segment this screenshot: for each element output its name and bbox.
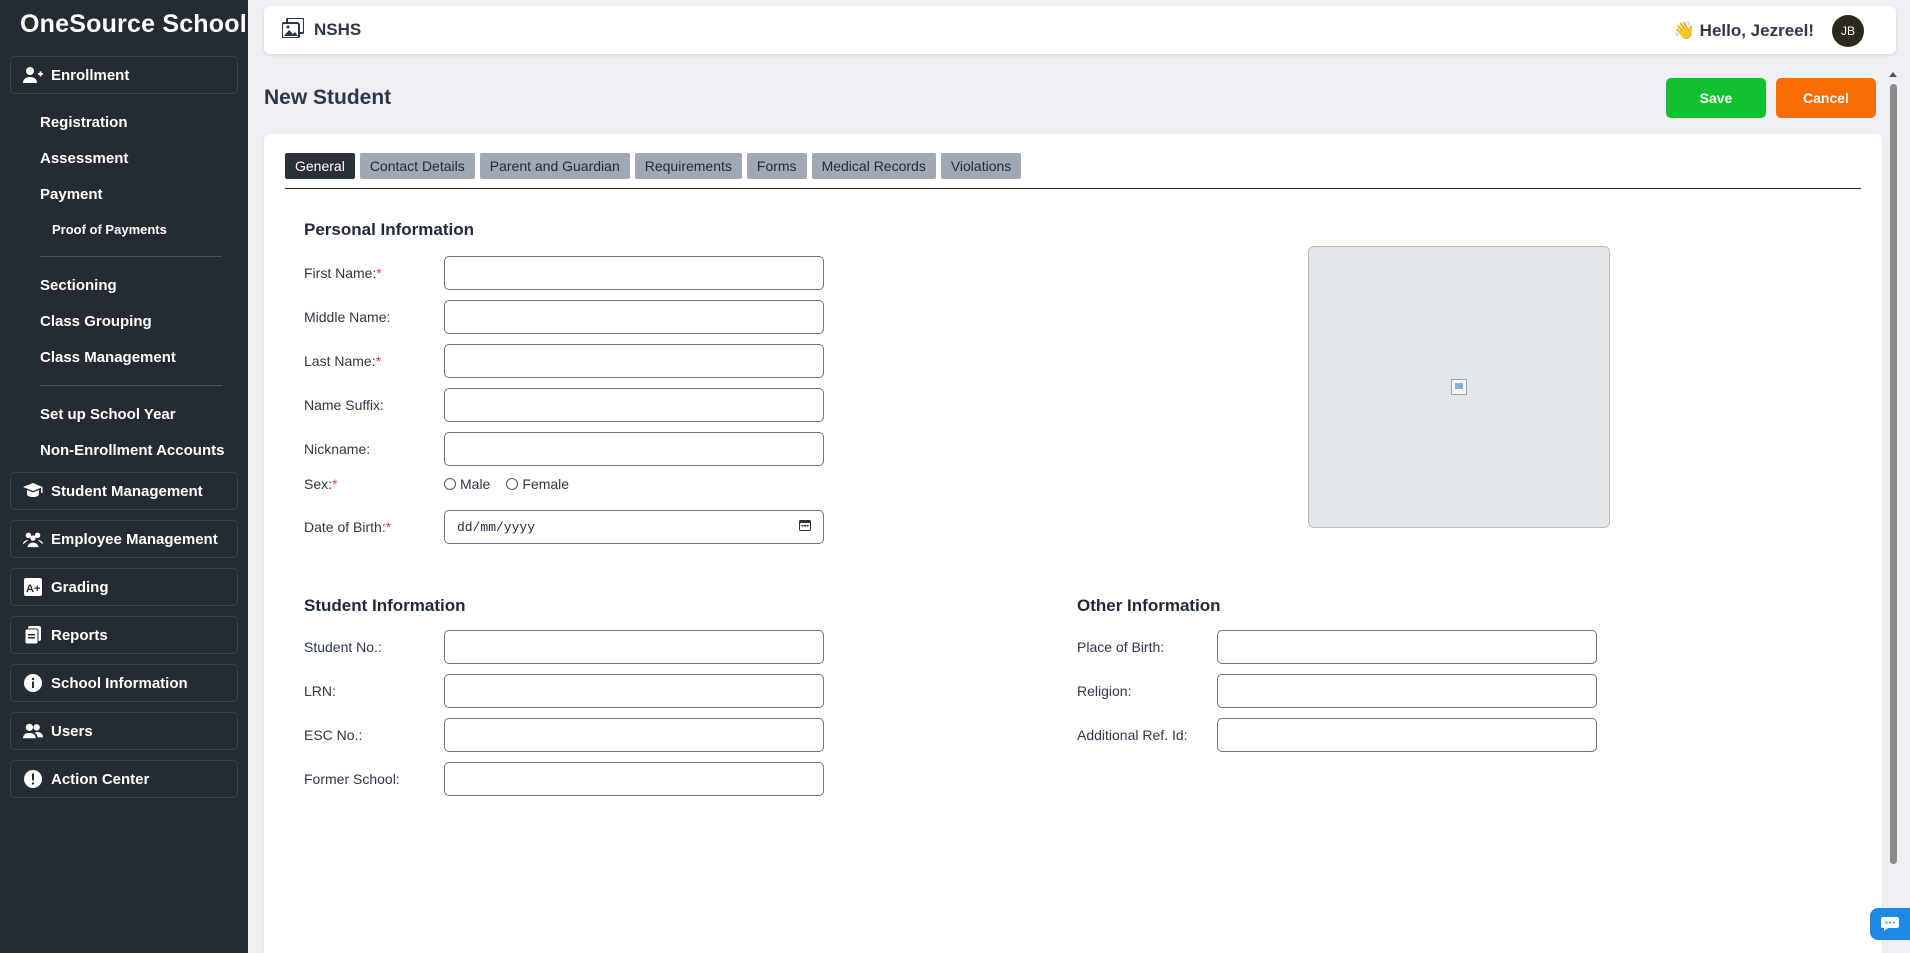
sidebar-group-label: Grading xyxy=(51,578,109,596)
radio-circle-icon xyxy=(506,478,519,490)
cancel-button[interactable]: Cancel xyxy=(1776,78,1876,118)
sidebar-group-label: Student Management xyxy=(51,482,203,500)
tab-medical-records[interactable]: Medical Records xyxy=(811,153,936,179)
scrollbar-thumb[interactable] xyxy=(1890,84,1897,864)
middle-name-label: Middle Name: xyxy=(304,309,391,325)
chat-bubble-icon xyxy=(1881,917,1899,931)
dob-label: Date of Birth:* xyxy=(304,519,392,535)
esc-no-label: ESC No.: xyxy=(304,727,363,743)
last-name-label: Last Name:* xyxy=(304,353,382,369)
scroll-up-icon[interactable] xyxy=(1888,69,1898,79)
sidebar-group-label: Users xyxy=(51,722,93,740)
place-of-birth-input[interactable] xyxy=(1217,630,1597,664)
first-name-label: First Name:* xyxy=(304,265,382,281)
tab-parent-guardian[interactable]: Parent and Guardian xyxy=(479,153,630,179)
sidebar-group-employee-management[interactable]: Employee Management xyxy=(10,520,238,558)
nickname-label: Nickname: xyxy=(304,441,371,457)
page-scrollbar[interactable] xyxy=(1888,66,1898,866)
sidebar-item-school-year[interactable]: Set up School Year xyxy=(0,396,248,432)
tab-requirements[interactable]: Requirements xyxy=(634,153,742,179)
sidebar-group-enrollment[interactable]: Enrollment xyxy=(10,56,238,94)
sidebar-item-class-management[interactable]: Class Management xyxy=(0,339,248,375)
esc-no-input[interactable] xyxy=(444,718,824,752)
grade-a-plus-icon: A+ xyxy=(23,577,43,597)
users-group-icon xyxy=(23,529,43,549)
middle-name-input[interactable] xyxy=(444,300,824,334)
additional-ref-input[interactable] xyxy=(1217,718,1597,752)
sidebar-item-registration[interactable]: Registration xyxy=(0,104,248,140)
sidebar-group-label: Action Center xyxy=(51,770,150,788)
school-name: NSHS xyxy=(314,20,362,39)
lrn-input[interactable] xyxy=(444,674,824,708)
sex-male-radio[interactable]: Male xyxy=(444,476,490,492)
sidebar-group-label: Enrollment xyxy=(51,66,130,84)
radio-circle-icon xyxy=(444,478,456,490)
sidebar-group-label: School Information xyxy=(51,674,188,692)
sidebar-group-grading[interactable]: A+ Grading xyxy=(10,568,238,606)
religion-input[interactable] xyxy=(1217,674,1597,708)
sidebar-item-assessment[interactable]: Assessment xyxy=(0,140,248,176)
sidebar-group-label: Reports xyxy=(51,626,108,644)
save-button[interactable]: Save xyxy=(1666,78,1766,118)
last-name-input[interactable] xyxy=(444,344,824,378)
sex-label: Sex:* xyxy=(304,476,338,492)
top-bar: NSHS 👋 Hello, Jezreel! JB xyxy=(264,6,1896,54)
sidebar-group-school-information[interactable]: School Information xyxy=(10,664,238,702)
additional-ref-label: Additional Ref. Id: xyxy=(1077,727,1188,743)
name-suffix-label: Name Suffix: xyxy=(304,397,384,413)
calendar-icon[interactable] xyxy=(799,519,811,535)
dob-input[interactable]: dd/mm/yyyy xyxy=(444,510,824,544)
nickname-input[interactable] xyxy=(444,432,824,466)
student-no-label: Student No.: xyxy=(304,639,382,655)
user-plus-icon xyxy=(23,65,43,85)
sidebar-divider xyxy=(40,385,222,386)
lrn-label: LRN: xyxy=(304,683,336,699)
sidebar-group-student-management[interactable]: Student Management xyxy=(10,472,238,510)
sidebar-divider xyxy=(40,256,222,257)
sidebar-item-non-enrollment-accounts[interactable]: Non-Enrollment Accounts xyxy=(0,432,248,468)
tab-violations[interactable]: Violations xyxy=(940,153,1022,179)
tab-contact-details[interactable]: Contact Details xyxy=(359,153,475,179)
sidebar-group-label: Employee Management xyxy=(51,530,218,548)
chat-button[interactable] xyxy=(1870,908,1910,940)
alert-icon xyxy=(23,769,43,789)
avatar[interactable]: JB xyxy=(1832,15,1864,47)
former-school-input[interactable] xyxy=(444,762,824,796)
tab-general[interactable]: General xyxy=(285,153,355,179)
sidebar-item-class-grouping[interactable]: Class Grouping xyxy=(0,303,248,339)
student-info-title: Student Information xyxy=(304,596,466,615)
svg-text:A+: A+ xyxy=(26,583,40,595)
other-info-title: Other Information xyxy=(1077,596,1221,615)
info-icon xyxy=(23,673,43,693)
student-photo[interactable] xyxy=(1308,246,1610,528)
student-no-input[interactable] xyxy=(444,630,824,664)
greeting-text: 👋 Hello, Jezreel! xyxy=(1673,21,1814,40)
sidebar-group-reports[interactable]: Reports xyxy=(10,616,238,654)
report-document-icon xyxy=(23,625,43,645)
brand-logo[interactable]: OneSource School xyxy=(0,0,248,52)
religion-label: Religion: xyxy=(1077,683,1132,699)
sidebar-item-sectioning[interactable]: Sectioning xyxy=(0,267,248,303)
first-name-input[interactable] xyxy=(444,256,824,290)
tab-forms[interactable]: Forms xyxy=(746,153,807,179)
sidebar-group-users[interactable]: Users xyxy=(10,712,238,750)
sidebar-item-payment[interactable]: Payment xyxy=(0,176,248,212)
users-icon xyxy=(23,721,43,741)
name-suffix-input[interactable] xyxy=(444,388,824,422)
sidebar-item-proof-of-payments[interactable]: Proof of Payments xyxy=(0,212,248,246)
sex-female-radio[interactable]: Female xyxy=(506,476,569,492)
page-title: New Student xyxy=(264,86,392,109)
place-of-birth-label: Place of Birth: xyxy=(1077,639,1165,655)
sidebar-group-action-center[interactable]: Action Center xyxy=(10,760,238,798)
graduation-cap-icon xyxy=(23,481,43,501)
broken-image-icon xyxy=(1451,379,1467,395)
image-gallery-icon xyxy=(281,16,305,43)
tab-bar: General Contact Details Parent and Guard… xyxy=(285,153,1861,189)
form-card: General Contact Details Parent and Guard… xyxy=(264,134,1882,953)
sidebar: OneSource School Enrollment Registration… xyxy=(0,0,248,953)
former-school-label: Former School: xyxy=(304,771,400,787)
personal-info-title: Personal Information xyxy=(304,220,475,239)
